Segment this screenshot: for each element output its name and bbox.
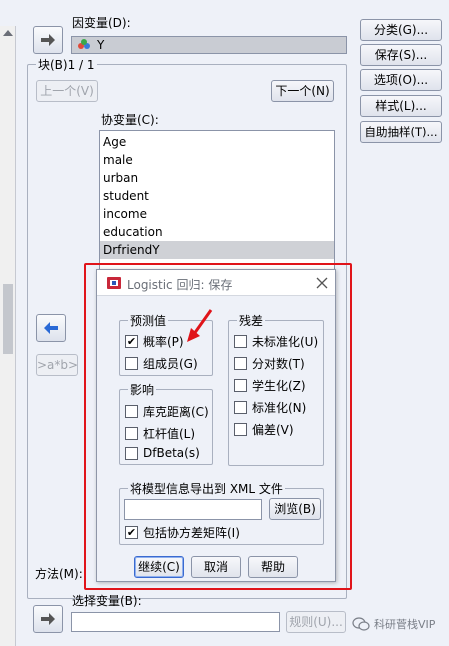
- deviance-checkbox-row[interactable]: 偏差(V): [234, 421, 294, 438]
- cooks-checkbox[interactable]: [125, 405, 138, 418]
- standardized-checkbox[interactable]: [234, 401, 247, 414]
- dialog-titlebar: Logistic 回归: 保存: [97, 270, 335, 296]
- standardized-label: 标准化(N): [252, 401, 307, 415]
- continue-button[interactable]: 继续(C): [134, 556, 184, 578]
- watermark: 科研菅栈VIP: [352, 616, 435, 632]
- logit-checkbox-row[interactable]: 分对数(T): [234, 355, 305, 372]
- right-arrow-icon: [41, 613, 55, 625]
- cooks-label: 库克距离(C): [143, 405, 209, 419]
- method-label: 方法(M):: [35, 567, 83, 581]
- include-cov-checkbox[interactable]: ✔: [125, 526, 138, 539]
- list-item[interactable]: income: [100, 205, 334, 223]
- block-label: 块(B)1 / 1: [36, 56, 97, 73]
- right-arrow-icon: [41, 34, 55, 46]
- xml-file-input[interactable]: [124, 499, 262, 520]
- deviance-label: 偏差(V): [252, 423, 294, 437]
- watermark-text: 科研菅栈VIP: [374, 618, 436, 631]
- left-scrollbar[interactable]: [0, 26, 16, 646]
- list-item-selected[interactable]: DrfriendY: [100, 241, 334, 259]
- bootstrap-button[interactable]: 自助抽样(T)...: [360, 121, 442, 143]
- leverage-checkbox[interactable]: [125, 427, 138, 440]
- include-cov-label: 包括协方差矩阵(I): [143, 526, 240, 540]
- list-item[interactable]: student: [100, 187, 334, 205]
- cancel-button[interactable]: 取消: [191, 556, 241, 578]
- save-button[interactable]: 保存(S)...: [360, 44, 442, 66]
- selection-field[interactable]: [71, 612, 280, 632]
- dependent-field[interactable]: Y: [71, 36, 347, 54]
- leverage-label: 杠杆值(L): [143, 427, 196, 441]
- dfbeta-checkbox-row[interactable]: DfBeta(s): [125, 446, 200, 460]
- style-button[interactable]: 样式(L)...: [360, 95, 442, 117]
- logit-checkbox[interactable]: [234, 357, 247, 370]
- unstandardized-checkbox-row[interactable]: 未标准化(U): [234, 333, 318, 350]
- include-cov-checkbox-row[interactable]: ✔ 包括协方差矩阵(I): [125, 524, 240, 541]
- export-xml-title: 将模型信息导出到 XML 文件: [128, 480, 285, 497]
- move-to-selection-button[interactable]: [33, 605, 63, 633]
- dialog-title: Logistic 回归: 保存: [127, 278, 233, 292]
- rule-button[interactable]: 规则(U)...: [286, 611, 346, 633]
- dependent-value: Y: [97, 38, 105, 52]
- dfbeta-checkbox[interactable]: [125, 446, 138, 460]
- predicted-values-title: 预测值: [128, 312, 169, 329]
- list-item[interactable]: education: [100, 223, 334, 241]
- wechat-icon: [352, 617, 370, 631]
- list-item[interactable]: male: [100, 151, 334, 169]
- close-icon[interactable]: [316, 277, 328, 289]
- move-to-covariates-button[interactable]: [36, 314, 66, 342]
- deviance-checkbox[interactable]: [234, 423, 247, 436]
- annotation-arrow-icon: [187, 309, 213, 342]
- group-membership-label: 组成员(G): [143, 357, 198, 371]
- list-item[interactable]: urban: [100, 169, 334, 187]
- interaction-button[interactable]: >a*b>: [36, 354, 78, 376]
- move-to-dependent-button[interactable]: [33, 26, 63, 54]
- save-dialog: Logistic 回归: 保存 预测值 ✔ 概率(P) 组成员(G) 影响 库克…: [96, 269, 336, 582]
- probability-label: 概率(P): [143, 335, 184, 349]
- categorical-button[interactable]: 分类(G)...: [360, 19, 442, 41]
- scrollbar-thumb[interactable]: [3, 284, 13, 354]
- unstandardized-label: 未标准化(U): [252, 335, 319, 349]
- cooks-checkbox-row[interactable]: 库克距离(C): [125, 403, 209, 420]
- logit-label: 分对数(T): [252, 357, 305, 371]
- list-item[interactable]: Age: [100, 133, 334, 151]
- spss-app-icon: [107, 277, 121, 289]
- left-arrow-icon: [44, 322, 58, 334]
- group-membership-checkbox[interactable]: [125, 357, 138, 370]
- dependent-label: 因变量(D):: [72, 16, 131, 30]
- leverage-checkbox-row[interactable]: 杠杆值(L): [125, 425, 195, 442]
- studentized-checkbox[interactable]: [234, 379, 247, 392]
- next-block-button[interactable]: 下一个(N): [271, 80, 334, 102]
- group-membership-checkbox-row[interactable]: 组成员(G): [125, 355, 198, 372]
- influence-title: 影响: [128, 381, 157, 398]
- nominal-variable-icon: [78, 39, 90, 49]
- unstandardized-checkbox[interactable]: [234, 335, 247, 348]
- scroll-up-arrow[interactable]: [3, 30, 13, 36]
- browse-button[interactable]: 浏览(B): [269, 498, 321, 520]
- studentized-label: 学生化(Z): [252, 379, 306, 393]
- options-button[interactable]: 选项(O)...: [360, 69, 442, 91]
- standardized-checkbox-row[interactable]: 标准化(N): [234, 399, 306, 416]
- covariates-label: 协变量(C):: [101, 113, 159, 127]
- help-button[interactable]: 帮助: [248, 556, 298, 578]
- residuals-title: 残差: [237, 312, 266, 329]
- probability-checkbox[interactable]: ✔: [125, 335, 138, 348]
- selection-label: 选择变量(B):: [72, 594, 142, 608]
- previous-block-button[interactable]: 上一个(V): [36, 80, 98, 102]
- dfbeta-label: DfBeta(s): [143, 446, 200, 460]
- covariates-list[interactable]: Age male urban student income education …: [99, 130, 335, 275]
- studentized-checkbox-row[interactable]: 学生化(Z): [234, 377, 306, 394]
- probability-checkbox-row[interactable]: ✔ 概率(P): [125, 333, 184, 350]
